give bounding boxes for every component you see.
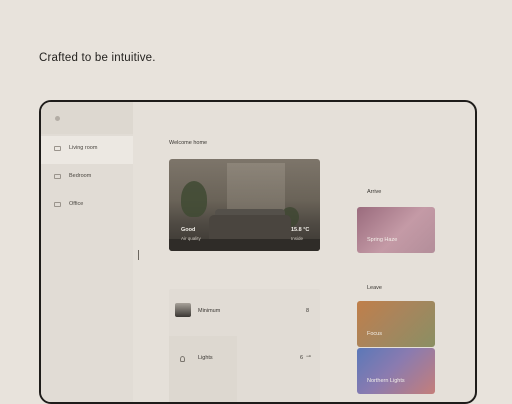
- device-value: 6: [300, 355, 304, 361]
- device-value: 8: [306, 308, 310, 314]
- scene-label: Focus: [367, 331, 382, 337]
- sidebar-item-bedroom[interactable]: Bedroom: [41, 164, 133, 192]
- temperature-value: 15.8 °C: [291, 227, 310, 233]
- lightbulb-icon: [180, 356, 185, 362]
- sidebar-item-label: Bedroom: [69, 173, 92, 179]
- device-label[interactable]: Lights: [198, 355, 213, 361]
- desk-icon: [54, 202, 61, 207]
- scene-label: Arrive: [367, 189, 382, 195]
- sofa-shape: [209, 215, 291, 241]
- sidebar-header: [41, 102, 133, 134]
- tablet-frame: Living room Bedroom Office Welcome home …: [39, 100, 477, 404]
- sidebar-item-office[interactable]: Office: [41, 192, 133, 220]
- air-quality-label: Air quality: [181, 236, 201, 241]
- sidebar: Living room Bedroom Office: [41, 102, 133, 402]
- device-label[interactable]: Minimum: [198, 308, 220, 314]
- lights-tile-bg: [169, 336, 237, 402]
- scene-spring-haze[interactable]: Spring Haze: [357, 207, 435, 253]
- scene-leave[interactable]: Leave: [357, 255, 435, 301]
- sidebar-item-living-room[interactable]: Living room: [41, 136, 133, 164]
- sidebar-item-label: Living room: [69, 145, 98, 151]
- scene-label: Northern Lights: [367, 378, 405, 384]
- sofa-icon: [54, 146, 61, 151]
- page-title: Welcome home: [169, 140, 208, 146]
- device-card: Minimum 8 Lights 6 ⊸: [169, 289, 320, 402]
- menu-dot-icon[interactable]: [55, 116, 60, 121]
- scene-focus[interactable]: Focus: [357, 301, 435, 347]
- device-thumbnail: [175, 303, 191, 317]
- scene-label: Spring Haze: [367, 237, 398, 243]
- slider-icon[interactable]: ⊸: [306, 353, 311, 360]
- scene-northern-lights[interactable]: Northern Lights: [357, 348, 435, 394]
- sidebar-item-label: Office: [69, 201, 84, 207]
- scroll-handle[interactable]: [138, 250, 139, 260]
- temperature-label: Inside: [291, 236, 304, 241]
- bed-icon: [54, 174, 61, 179]
- plant-shape: [181, 181, 207, 217]
- scene-arrive[interactable]: Arrive: [357, 159, 435, 205]
- scene-label: Leave: [367, 285, 382, 291]
- tagline: Crafted to be intuitive.: [39, 52, 156, 64]
- air-quality-value: Good: [181, 227, 196, 233]
- room-hero-image[interactable]: Good Air quality 15.8 °C Inside: [169, 159, 320, 251]
